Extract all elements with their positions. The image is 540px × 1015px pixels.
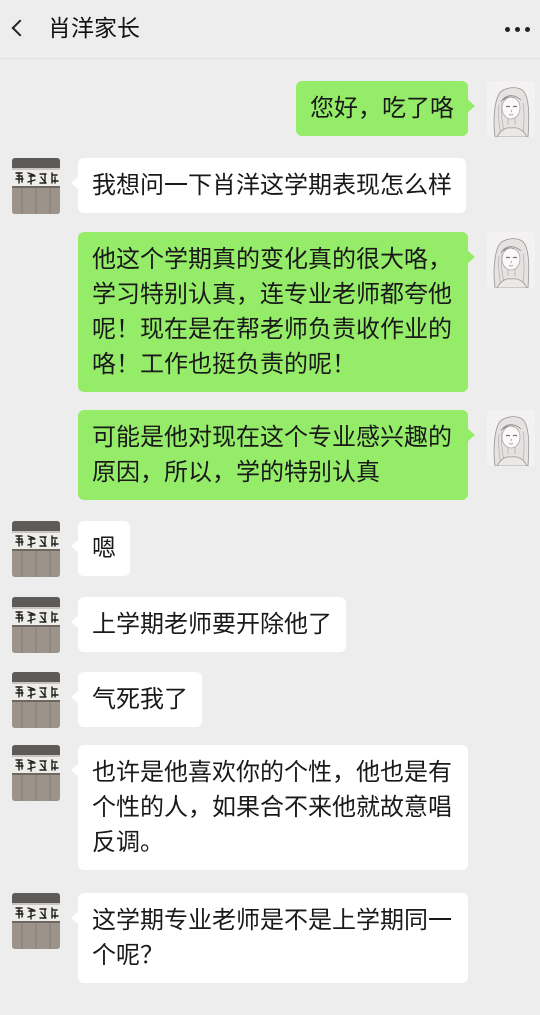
calligraphy-plaque-avatar — [12, 672, 60, 728]
message-row: 嗯 — [0, 521, 540, 522]
message-bubble-sent[interactable]: 您好，吃了咯 — [296, 81, 475, 136]
calligraphy-plaque-avatar — [12, 158, 60, 214]
message-text: 嗯 — [92, 535, 116, 562]
message-text: 上学期老师要开除他了 — [92, 611, 332, 638]
message-row: 也许是他喜欢你的个性，他也是有个性的人，如果合不来他就故意唱反调。 — [0, 745, 540, 870]
message-row: 上学期老师要开除他了 — [0, 597, 540, 598]
calligraphy-plaque-avatar — [12, 745, 60, 801]
more-options-button[interactable] — [505, 18, 535, 38]
message-row: 他这个学期真的变化真的很大咯，学习特别认真，连专业老师都夸他呢！现在是在帮老师负… — [0, 232, 540, 392]
header-divider — [0, 58, 540, 59]
message-text: 他这个学期真的变化真的很大咯，学习特别认真，连专业老师都夸他呢！现在是在帮老师负… — [92, 246, 452, 378]
contact-avatar[interactable] — [12, 745, 60, 801]
chevron-left-icon — [11, 19, 29, 37]
message-text: 这学期专业老师是不是上学期同一个呢？ — [92, 907, 452, 969]
message-text: 气死我了 — [92, 686, 188, 713]
contact-avatar[interactable] — [12, 672, 60, 728]
my-avatar[interactable] — [487, 232, 535, 288]
contact-avatar[interactable] — [12, 597, 60, 653]
message-bubble-sent[interactable]: 可能是他对现在这个专业感兴趣的原因，所以，学的特别认真 — [78, 410, 475, 500]
contact-avatar[interactable] — [12, 521, 60, 577]
my-avatar[interactable] — [487, 81, 535, 137]
message-bubble-received[interactable]: 上学期老师要开除他了 — [71, 597, 346, 652]
message-row: 气死我了 — [0, 672, 540, 673]
message-bubble-received[interactable]: 这学期专业老师是不是上学期同一个呢？ — [71, 893, 468, 983]
sketch-portrait-avatar — [487, 410, 535, 466]
chat-title: 肖洋家长 — [48, 15, 140, 41]
message-row: 您好，吃了咯 — [0, 81, 540, 82]
sketch-portrait-avatar — [487, 81, 535, 137]
message-text: 您好，吃了咯 — [310, 95, 454, 122]
my-avatar[interactable] — [487, 410, 535, 466]
contact-avatar[interactable] — [12, 158, 60, 214]
calligraphy-plaque-avatar — [12, 893, 60, 949]
message-bubble-received[interactable]: 也许是他喜欢你的个性，他也是有个性的人，如果合不来他就故意唱反调。 — [71, 745, 468, 870]
message-bubble-received[interactable]: 嗯 — [71, 521, 130, 576]
message-bubble-sent[interactable]: 他这个学期真的变化真的很大咯，学习特别认真，连专业老师都夸他呢！现在是在帮老师负… — [78, 232, 475, 392]
back-button[interactable] — [6, 14, 36, 44]
message-text: 我想问一下肖洋这学期表现怎么样 — [92, 172, 452, 199]
calligraphy-plaque-avatar — [12, 521, 60, 577]
message-text: 也许是他喜欢你的个性，他也是有个性的人，如果合不来他就故意唱反调。 — [92, 759, 452, 856]
chat-header: 肖洋家长 — [0, 0, 540, 58]
calligraphy-plaque-avatar — [12, 597, 60, 653]
message-text: 可能是他对现在这个专业感兴趣的原因，所以，学的特别认真 — [92, 424, 452, 486]
message-bubble-received[interactable]: 我想问一下肖洋这学期表现怎么样 — [71, 158, 466, 213]
message-row: 这学期专业老师是不是上学期同一个呢？ — [0, 893, 540, 983]
sketch-portrait-avatar — [487, 232, 535, 288]
message-row: 可能是他对现在这个专业感兴趣的原因，所以，学的特别认真 — [0, 410, 540, 500]
message-bubble-received[interactable]: 气死我了 — [71, 672, 202, 727]
message-row: 我想问一下肖洋这学期表现怎么样 — [0, 158, 540, 159]
contact-avatar[interactable] — [12, 893, 60, 949]
